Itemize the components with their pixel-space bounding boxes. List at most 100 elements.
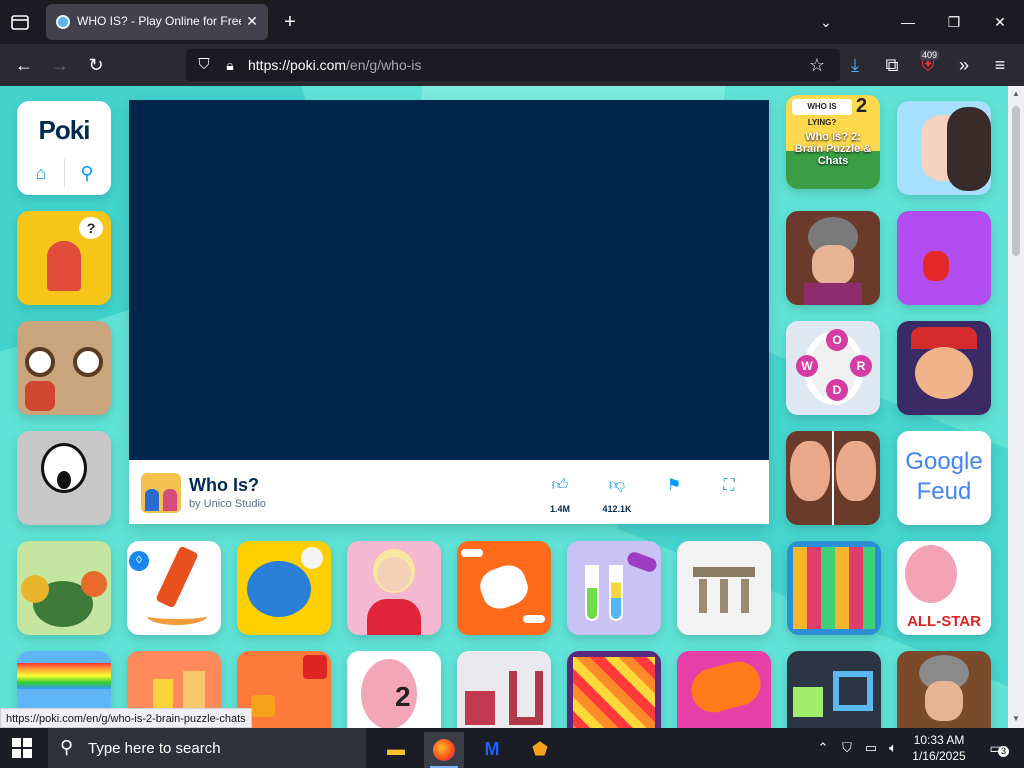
like-button[interactable]: 👍︎ 1.4M xyxy=(540,476,580,516)
word-letter: D xyxy=(826,379,848,401)
tile-body xyxy=(804,283,862,305)
restore-icon[interactable]: ❐ xyxy=(942,10,966,34)
windows-start-icon[interactable] xyxy=(12,738,32,758)
volume-muted-icon[interactable]: 🔈︎ xyxy=(884,738,902,758)
search-icon: ⚲ xyxy=(60,737,74,757)
game-tile[interactable] xyxy=(677,541,771,635)
tile-block xyxy=(465,691,495,725)
all-star-text: ALL-STAR xyxy=(907,613,981,630)
more-tools-icon[interactable]: » xyxy=(952,53,976,77)
tile-temple-roof xyxy=(693,567,755,577)
taskbar-search[interactable]: ⚲ Type here to search xyxy=(48,728,366,768)
extensions-icon[interactable]: ⧉ xyxy=(880,53,904,77)
scroll-thumb[interactable] xyxy=(1012,106,1020,256)
game-tile[interactable]: ? xyxy=(17,211,111,305)
game-tile[interactable]: ♢ xyxy=(127,541,221,635)
game-developer[interactable]: by Unico Studio xyxy=(189,498,266,510)
tile-face xyxy=(790,441,830,501)
game-tile[interactable] xyxy=(457,541,551,635)
game-tile[interactable] xyxy=(567,541,661,635)
back-icon[interactable]: ← xyxy=(12,53,36,77)
tile-stickman xyxy=(923,251,949,281)
game-tile[interactable] xyxy=(897,651,991,728)
game-tile[interactable] xyxy=(677,651,771,728)
new-tab-icon[interactable]: + xyxy=(280,12,300,32)
file-explorer-icon[interactable]: ▬ xyxy=(376,732,416,768)
downloads-icon[interactable]: ⤓ xyxy=(843,53,867,77)
address-bar[interactable]: ⛉ 🔒︎ https://poki.com/en/g/who-is xyxy=(186,49,840,81)
active-tab[interactable]: WHO IS? - Play Online for Free! ✕ xyxy=(46,4,268,40)
game-tile-google-feud[interactable]: Google Feud xyxy=(897,431,991,525)
tile-tube xyxy=(585,565,599,621)
security-tray-icon[interactable]: ⛉ xyxy=(838,738,856,758)
taskbar-search-placeholder: Type here to search xyxy=(88,740,221,757)
game-tile[interactable]: 2 xyxy=(347,651,441,728)
poki-page: Poki ⌂ ⚲ ? Who Is? by Unico Studio 👍︎ 1.… xyxy=(0,86,1008,728)
malwarebytes-icon[interactable]: M xyxy=(472,732,512,768)
game-tile[interactable] xyxy=(17,431,111,525)
game-tile[interactable]: O W R D xyxy=(786,321,880,415)
game-tile[interactable] xyxy=(897,211,991,305)
list-all-tabs-icon[interactable]: ⌄ xyxy=(814,10,838,34)
tile-block xyxy=(303,655,327,679)
minimize-icon[interactable]: — xyxy=(896,10,920,34)
taskbar-clock[interactable]: 10:33 AM 1/16/2025 xyxy=(906,732,972,764)
notifications-icon[interactable]: ▭ 3 xyxy=(982,738,1010,758)
game-tile[interactable] xyxy=(567,651,661,728)
game-screen[interactable] xyxy=(129,100,769,460)
game-tile[interactable] xyxy=(347,541,441,635)
question-bubble-icon: ? xyxy=(79,217,103,239)
app-icon[interactable]: ⬟ xyxy=(520,732,560,768)
game-tile[interactable] xyxy=(237,541,331,635)
tile-finger xyxy=(25,381,55,411)
game-tile[interactable] xyxy=(897,321,991,415)
word-letter: W xyxy=(796,355,818,377)
divider xyxy=(64,159,65,187)
firefox-icon[interactable] xyxy=(424,732,464,768)
menu-icon[interactable]: ≡ xyxy=(988,53,1012,77)
game-tile[interactable] xyxy=(786,431,880,525)
report-button[interactable]: ⚑ xyxy=(654,476,694,516)
game-tile-all-star[interactable]: ALL-STAR xyxy=(897,541,991,635)
close-tab-icon[interactable]: ✕ xyxy=(244,13,260,29)
tile-face xyxy=(377,557,411,591)
game-tile[interactable] xyxy=(897,101,991,195)
fullscreen-button[interactable]: ⛶ xyxy=(709,476,749,516)
tab-title: WHO IS? - Play Online for Free! xyxy=(77,14,241,28)
bookmark-star-icon[interactable]: ☆ xyxy=(805,53,829,77)
game-tile[interactable] xyxy=(17,321,111,415)
tile-dog xyxy=(475,560,533,614)
game-tile[interactable] xyxy=(787,651,881,728)
search-icon[interactable]: ⚲ xyxy=(75,161,99,185)
divider xyxy=(832,431,834,525)
scroll-up-icon[interactable]: ▲ xyxy=(1010,89,1022,99)
network-icon[interactable]: ▭ xyxy=(862,738,880,758)
game-tile[interactable] xyxy=(787,541,881,635)
game-tile[interactable] xyxy=(17,541,111,635)
reload-icon[interactable]: ↻ xyxy=(84,53,108,77)
poki-logo[interactable]: Poki xyxy=(17,115,111,146)
home-icon[interactable]: ⌂ xyxy=(29,161,53,185)
chevron-up-icon[interactable]: ⌃ xyxy=(814,738,832,758)
poki-logo-card[interactable]: Poki ⌂ ⚲ xyxy=(17,101,111,195)
page-scrollbar[interactable]: ▲ ▼ xyxy=(1008,86,1024,728)
game-tile[interactable] xyxy=(457,651,551,728)
game-tile[interactable] xyxy=(786,211,880,305)
tab-list-icon[interactable] xyxy=(8,10,32,34)
thumbs-up-icon: 👍︎ xyxy=(551,477,569,494)
browser-tab-bar: WHO IS? - Play Online for Free! ✕ + ⌄ — … xyxy=(0,0,1024,44)
tile-fruit xyxy=(81,571,107,597)
shield-icon[interactable]: ⛉ xyxy=(192,53,216,77)
dislike-button[interactable]: 👎︎ 412.1K xyxy=(597,476,637,516)
forward-icon[interactable]: → xyxy=(48,53,72,77)
flag-icon: ⚑ xyxy=(666,477,682,494)
game-tile-who-is-2[interactable]: WHO IS LYING? 2 Who Is? 2: Brain Puzzle … xyxy=(786,95,880,189)
scroll-down-icon[interactable]: ▼ xyxy=(1010,714,1022,724)
lock-icon[interactable]: 🔒︎ xyxy=(218,53,242,77)
tile-face xyxy=(915,347,973,399)
close-window-icon[interactable]: ✕ xyxy=(988,10,1012,34)
status-link-preview: https://poki.com/en/g/who-is-2-brain-puz… xyxy=(0,708,252,728)
tile-fruit xyxy=(21,575,49,603)
tile-face xyxy=(925,681,963,721)
tile-brain xyxy=(905,545,957,603)
